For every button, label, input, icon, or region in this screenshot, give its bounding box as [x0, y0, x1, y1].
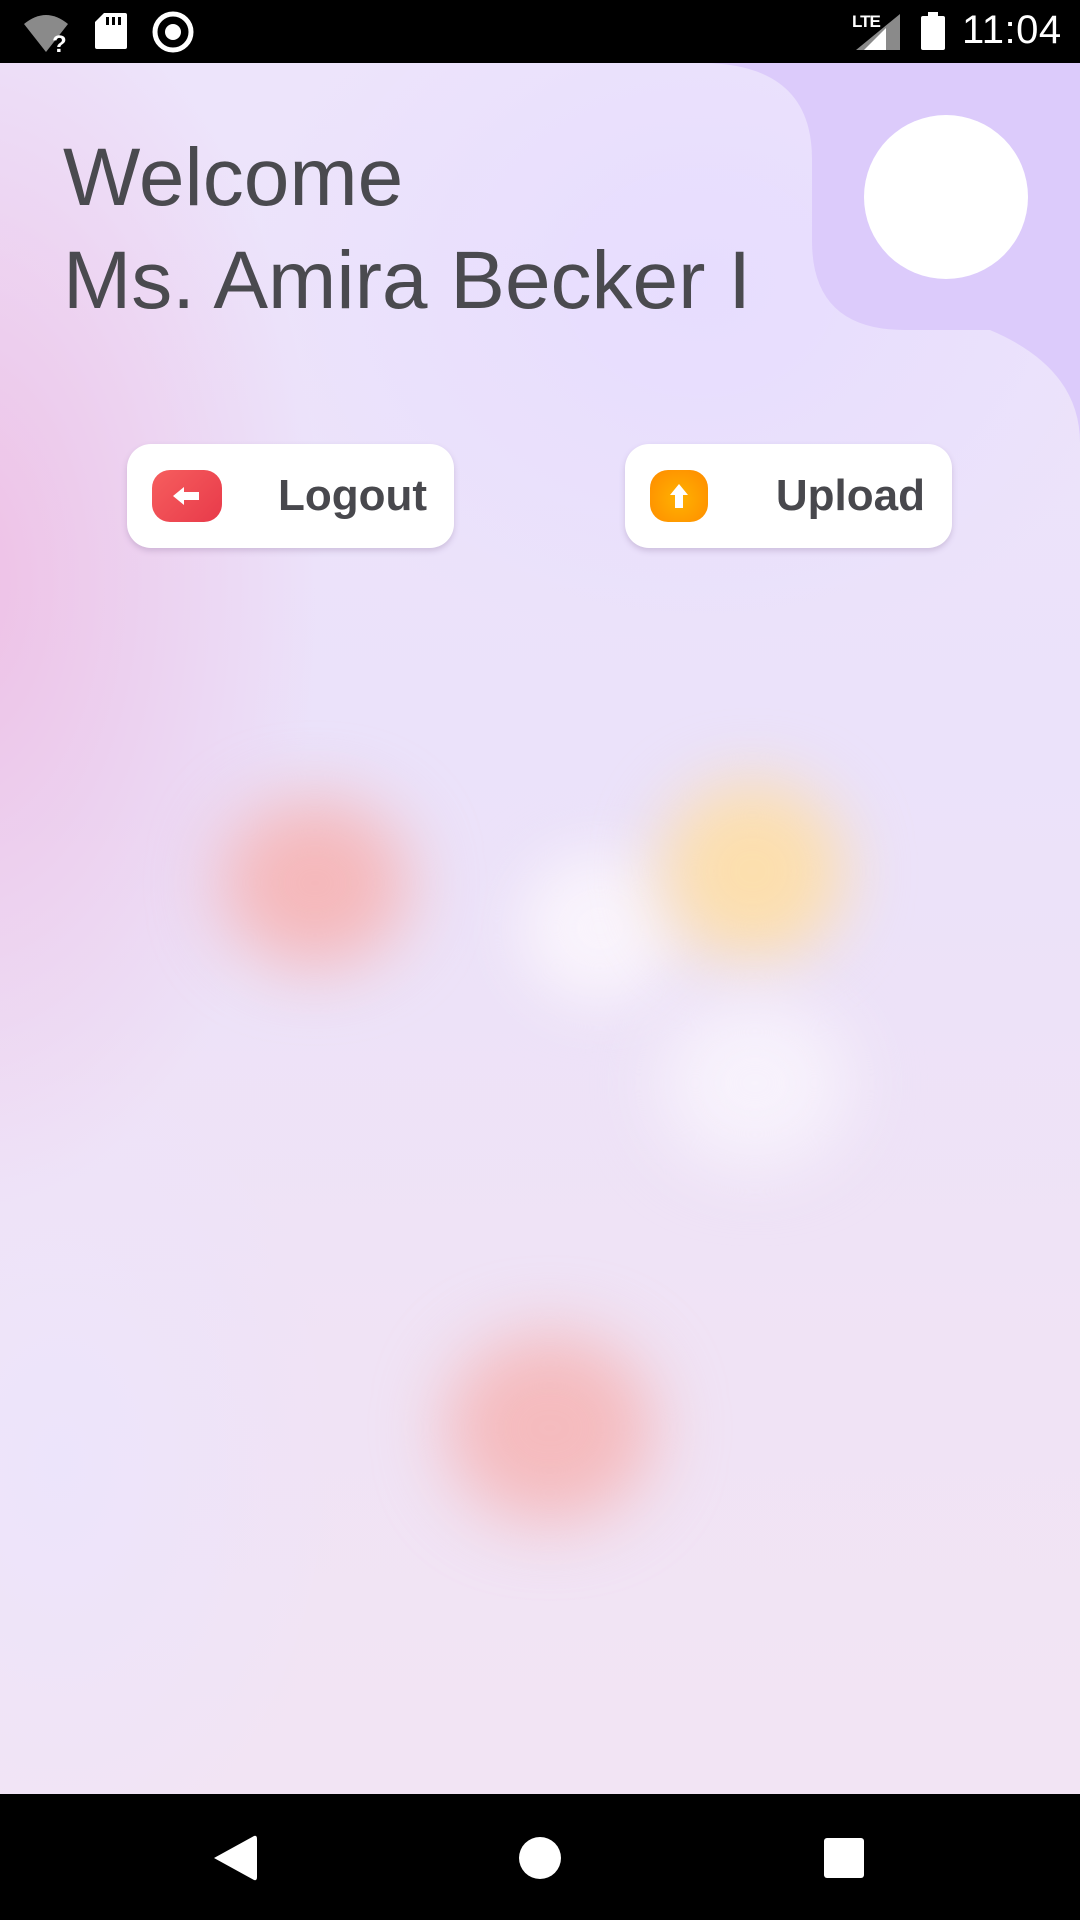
logout-button[interactable]: Logout: [127, 444, 454, 548]
back-icon[interactable]: [212, 1834, 258, 1882]
logout-label: Logout: [277, 471, 427, 520]
svg-text:?: ?: [52, 31, 67, 54]
decorative-blob: [520, 853, 680, 1003]
decorative-blob: [445, 1333, 655, 1523]
upload-button[interactable]: Upload: [625, 444, 952, 548]
home-icon[interactable]: [518, 1836, 562, 1880]
logout-icon-badge: [152, 470, 222, 522]
decorative-blob: [660, 781, 845, 961]
clock: 11:04: [962, 8, 1062, 52]
decorative-blob: [220, 798, 410, 968]
welcome-heading: Welcome: [63, 132, 404, 223]
status-bar: ? LTE 11:04: [0, 0, 1080, 63]
upload-label: Upload: [775, 471, 925, 520]
recents-icon[interactable]: [823, 1837, 865, 1879]
navigation-bar: [0, 1794, 1080, 1920]
home-screen: Welcome Ms. Amira Becker I Logout Upload: [0, 63, 1080, 1794]
record-icon: [152, 11, 194, 53]
arrow-left-icon: [173, 487, 199, 505]
avatar[interactable]: [864, 115, 1028, 279]
sd-card-icon: [95, 13, 127, 49]
decorative-blob: [660, 998, 850, 1168]
wifi-unknown-icon: ?: [24, 15, 68, 54]
user-name: Ms. Amira Becker I: [63, 235, 752, 326]
lte-signal-icon: [856, 14, 900, 50]
battery-icon: [921, 12, 945, 50]
upload-icon-badge: [650, 470, 708, 522]
arrow-up-icon: [670, 484, 688, 508]
